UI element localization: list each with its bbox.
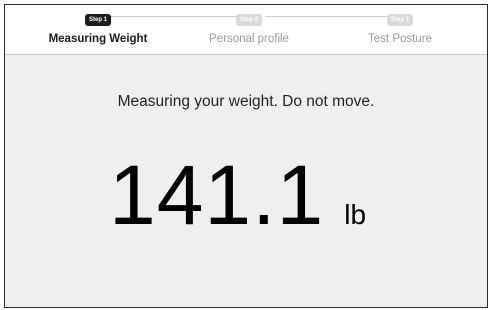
weight-unit: lb bbox=[344, 199, 367, 230]
progress-stepper: Step 1 Measuring Weight Step 2 Personal … bbox=[5, 5, 487, 55]
step-test-posture: Step 3 Test Posture bbox=[325, 8, 475, 45]
step-label: Personal profile bbox=[209, 33, 289, 45]
step-personal-profile: Step 2 Personal profile bbox=[174, 8, 324, 45]
step-measuring-weight: Step 1 Measuring Weight bbox=[23, 8, 173, 45]
weight-reading: 141.1 lb bbox=[109, 153, 366, 243]
weighing-screen: Step 1 Measuring Weight Step 2 Personal … bbox=[4, 4, 488, 308]
instruction-text: Measuring your weight. Do not move. bbox=[117, 93, 375, 110]
step-label: Measuring Weight bbox=[48, 33, 148, 45]
step-badge: Step 2 bbox=[235, 14, 262, 26]
step-badge: Step 3 bbox=[386, 14, 413, 26]
step-badge: Step 1 bbox=[84, 14, 111, 26]
step-label: Test Posture bbox=[368, 33, 432, 45]
weight-value: 141.1 bbox=[109, 148, 325, 242]
